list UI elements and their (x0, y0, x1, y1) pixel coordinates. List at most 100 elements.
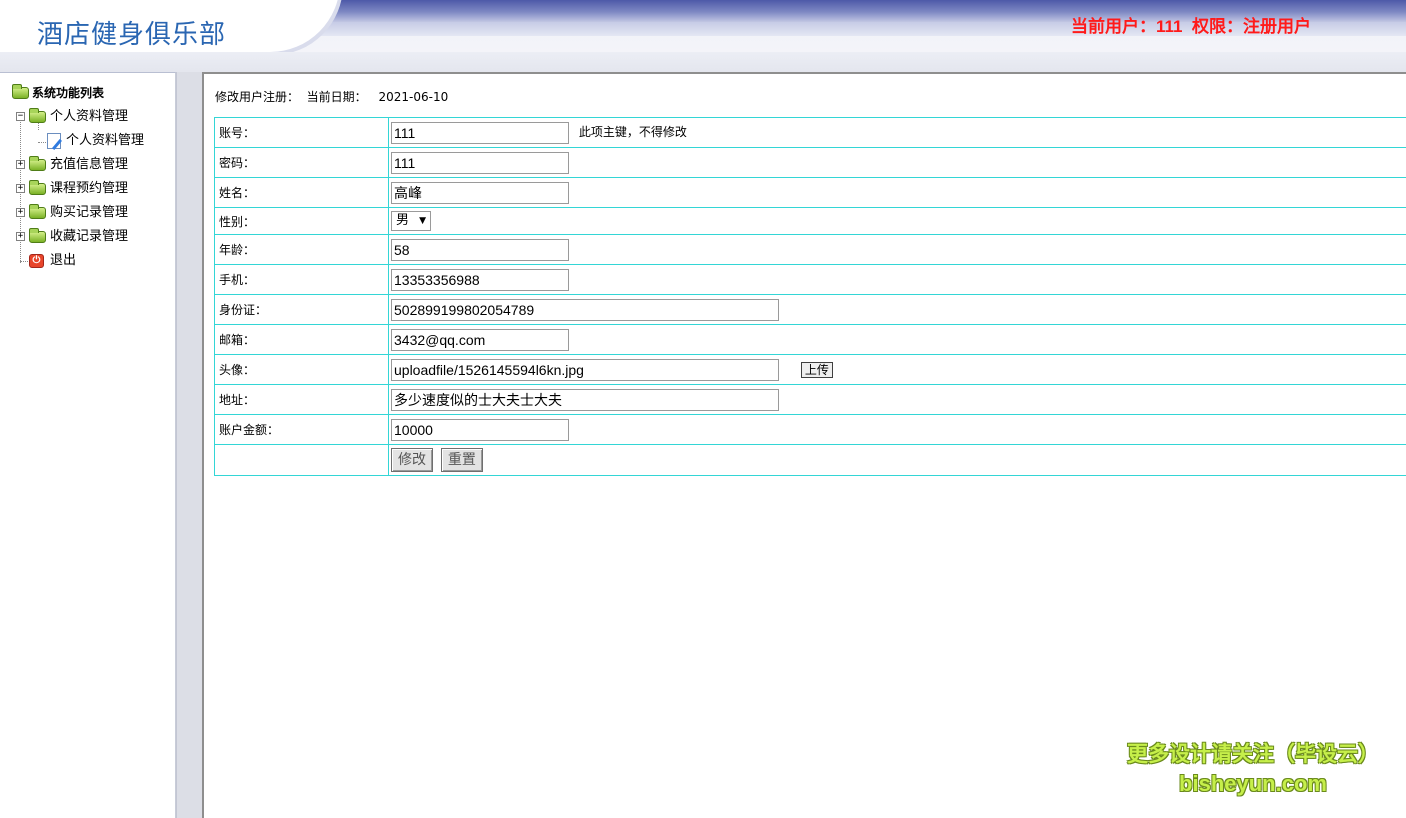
actions-cell: 修改 重置 (388, 444, 1406, 476)
form-row-age: 年龄： 58 (214, 234, 1406, 265)
expand-icon[interactable]: + (16, 208, 25, 217)
sidebar-root[interactable]: 系统功能列表 (0, 81, 175, 105)
id-card-input[interactable]: 502899199802054789 (391, 298, 779, 321)
reset-button[interactable]: 重置 (440, 448, 483, 472)
date-label: 当前日期： (306, 90, 367, 104)
name-input[interactable]: 高峰 (391, 181, 569, 204)
form-row-email: 邮箱： 3432@qq.com (214, 324, 1406, 355)
frame-splitter[interactable] (176, 72, 202, 818)
gender-select[interactable]: 男 ▼ (391, 211, 431, 231)
avatar-cell: uploadfile/1526145594l6kn.jpg 上传 (388, 354, 1406, 385)
folder-icon (29, 180, 46, 195)
gender-value: 男 (396, 213, 410, 228)
phone-label: 手机： (214, 264, 389, 295)
password-label: 密码： (214, 147, 389, 178)
email-cell: 3432@qq.com (388, 324, 1406, 355)
permission-label: 权限： (1191, 17, 1243, 36)
balance-cell: 10000 (388, 414, 1406, 445)
phone-cell: 13353356988 (388, 264, 1406, 295)
sidebar-item-course-booking[interactable]: + 课程预约管理 (0, 177, 175, 201)
header-base (0, 52, 1406, 72)
address-cell: 多少速度似的士大夫士大夫 (388, 384, 1406, 415)
sidebar-item-logout[interactable]: ⏻ 退出 (0, 249, 175, 273)
upload-button[interactable]: 上传 (800, 361, 833, 378)
id-card-cell: 502899199802054789 (388, 294, 1406, 325)
sidebar-item-label: 课程预约管理 (50, 181, 129, 196)
expand-icon[interactable]: + (16, 232, 25, 241)
address-label: 地址： (214, 384, 389, 415)
form-row-id-card: 身份证： 502899199802054789 (214, 294, 1406, 325)
folder-icon (29, 204, 46, 219)
sidebar-item-label: 购买记录管理 (50, 205, 129, 220)
account-cell: 111 此项主键，不得修改 (388, 117, 1406, 148)
form-row-gender: 性别： 男 ▼ (214, 207, 1406, 235)
sidebar-item-label: 收藏记录管理 (50, 229, 129, 244)
name-label: 姓名： (214, 177, 389, 208)
age-input[interactable]: 58 (391, 238, 569, 261)
current-user-value: 111 (1156, 17, 1183, 36)
age-label: 年龄： (214, 234, 389, 265)
site-title: 酒店健身俱乐部 (37, 20, 227, 50)
expand-icon[interactable]: + (16, 160, 25, 169)
sidebar-item-favorites[interactable]: + 收藏记录管理 (0, 225, 175, 249)
current-user-label: 当前用户： (1071, 17, 1156, 36)
header: 酒店健身俱乐部 当前用户：111 权限：注册用户 (0, 0, 1406, 72)
account-note: 此项主键，不得修改 (578, 125, 687, 139)
tree-branch-line (38, 142, 46, 143)
email-label: 邮箱： (214, 324, 389, 355)
balance-input[interactable]: 10000 (391, 418, 569, 441)
form-row-actions: 修改 重置 (214, 444, 1406, 476)
form-row-password: 密码： 111 (214, 147, 1406, 178)
phone-input[interactable]: 13353356988 (391, 268, 569, 291)
form-row-address: 地址： 多少速度似的士大夫士大夫 (214, 384, 1406, 415)
form-row-account: 账号： 111 此项主键，不得修改 (214, 117, 1406, 148)
password-input[interactable]: 111 (391, 151, 569, 174)
submit-button[interactable]: 修改 (391, 448, 433, 472)
sidebar-item-label: 个人资料管理 (66, 133, 145, 148)
breadcrumb: 修改用户注册： 当前日期： 2021-06-10 (215, 88, 448, 105)
folder-icon (29, 228, 46, 243)
gender-cell: 男 ▼ (388, 207, 1406, 235)
user-edit-form: 账号： 111 此项主键，不得修改 密码： 111 姓名： 高峰 性别： 男▼ (214, 117, 1406, 476)
tree-branch-line (20, 261, 28, 262)
form-row-balance: 账户金额： 10000 (214, 414, 1406, 445)
sidebar-item-recharge[interactable]: + 充值信息管理 (0, 153, 175, 177)
address-input[interactable]: 多少速度似的士大夫士大夫 (391, 388, 779, 411)
power-icon: ⏻ (29, 254, 44, 268)
balance-label: 账户金额： (214, 414, 389, 445)
avatar-path-input[interactable]: uploadfile/1526145594l6kn.jpg (391, 358, 779, 381)
sidebar-item-profile[interactable]: − 个人资料管理 (0, 105, 175, 129)
sidebar-item-label: 个人资料管理 (50, 109, 129, 124)
folder-icon (29, 156, 46, 171)
collapse-icon[interactable]: − (16, 112, 25, 121)
date-value: 2021-06-10 (378, 90, 449, 104)
sidebar: 系统功能列表 − 个人资料管理 个人资料管理 + 充值信息管理 + 课程预约管理… (0, 72, 176, 818)
dropdown-arrow-icon: ▼ (419, 216, 426, 226)
id-card-label: 身份证： (214, 294, 389, 325)
actions-empty-cell (214, 444, 389, 476)
expand-icon[interactable]: + (16, 184, 25, 193)
age-cell: 58 (388, 234, 1406, 265)
folder-open-icon (29, 108, 46, 123)
form-row-name: 姓名： 高峰 (214, 177, 1406, 208)
watermark-line1: 更多设计请关注（毕设云） (1127, 742, 1379, 766)
user-info: 当前用户：111 权限：注册用户 (1071, 12, 1311, 37)
main-content: 修改用户注册： 当前日期： 2021-06-10 账号： 111 此项主键，不得… (202, 72, 1406, 818)
permission-value: 注册用户 (1242, 17, 1311, 36)
edit-page-icon (47, 133, 61, 149)
password-cell: 111 (388, 147, 1406, 178)
form-row-phone: 手机： 13353356988 (214, 264, 1406, 295)
breadcrumb-title: 修改用户注册： (215, 90, 300, 104)
form-row-avatar: 头像： uploadfile/1526145594l6kn.jpg 上传 (214, 354, 1406, 385)
sidebar-root-label: 系统功能列表 (32, 86, 105, 100)
gender-label: 性别： (214, 207, 389, 235)
watermark-line2: bisheyun.com (1179, 771, 1327, 796)
email-input[interactable]: 3432@qq.com (391, 328, 569, 351)
sidebar-item-label: 退出 (50, 253, 77, 268)
sidebar-subitem-profile[interactable]: 个人资料管理 (0, 129, 175, 153)
account-label: 账号： (214, 117, 389, 148)
folder-open-icon (12, 84, 29, 99)
name-cell: 高峰 (388, 177, 1406, 208)
account-input[interactable]: 111 (391, 121, 569, 144)
sidebar-item-purchase-records[interactable]: + 购买记录管理 (0, 201, 175, 225)
